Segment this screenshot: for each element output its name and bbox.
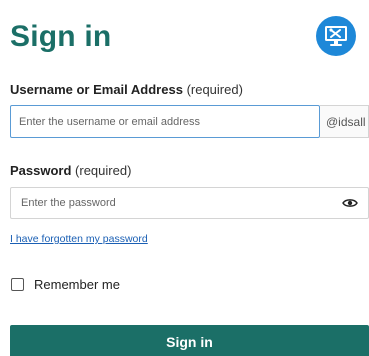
logo [316,16,356,56]
password-field-group [10,187,369,219]
computer-tools-icon [325,26,347,46]
username-label-text: Username or Email Address [10,82,183,97]
eye-icon [342,199,358,207]
page-title: Sign in [10,20,112,53]
sign-in-button[interactable]: Sign in [10,325,369,356]
password-required-text: (required) [75,163,132,178]
username-field-group: @idsall [10,105,369,138]
forgot-password-link[interactable]: I have forgotten my password [10,233,148,245]
remember-me-checkbox[interactable] [11,278,24,291]
password-label: Password (required) [10,163,131,178]
remember-me: Remember me [11,277,120,292]
username-label: Username or Email Address (required) [10,82,243,97]
show-password-toggle[interactable] [332,188,368,218]
domain-suffix: @idsall [320,105,369,138]
username-input[interactable] [10,105,320,138]
username-required-text: (required) [186,82,243,97]
remember-me-label[interactable]: Remember me [34,277,120,292]
password-input[interactable] [11,188,332,218]
sign-in-page: Sign in Username or Email Address (requi… [0,0,369,356]
password-label-text: Password [10,163,72,178]
